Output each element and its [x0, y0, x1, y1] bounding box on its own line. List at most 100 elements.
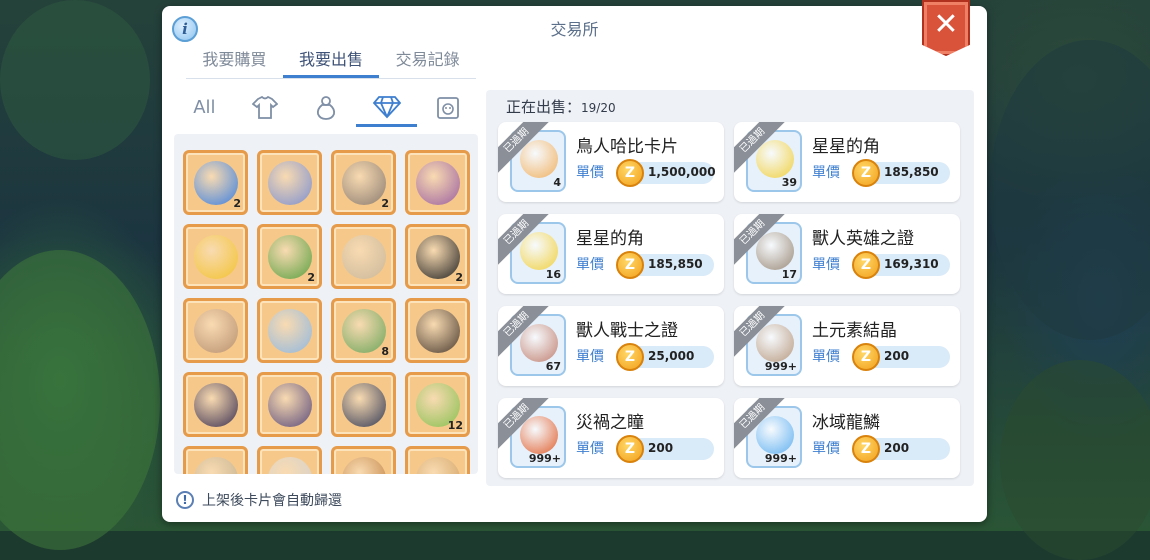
unit-price-value: 1,500,000 — [648, 165, 716, 179]
feather-leaf-item-icon — [416, 161, 460, 205]
unit-price-value: 185,850 — [648, 257, 703, 271]
selling-panel: 正在出售：19/20 4 已過期 鳥人哈比卡片 單價 Z 1,500,000 39 已過期 星星… — [486, 90, 974, 486]
sell-listing[interactable]: 16 已過期 星星的角 單價 Z 185,850 — [498, 214, 724, 294]
item-name: 冰域龍鱗 — [812, 413, 880, 433]
item-count: 2 — [381, 197, 389, 210]
foliage-top-left — [0, 0, 150, 160]
tab-sell[interactable]: 我要出售 — [282, 46, 380, 78]
inventory-slot[interactable] — [405, 446, 470, 474]
item-quantity: 16 — [545, 268, 561, 281]
wing-item-icon — [268, 161, 312, 205]
sell-listing[interactable]: 17 已過期 獸人英雄之證 單價 Z 169,310 — [734, 214, 960, 294]
unit-price-label: 單價 — [812, 165, 840, 181]
item-name: 獸人戰士之證 — [576, 321, 678, 341]
close-icon: ✕ — [933, 7, 959, 42]
unit-price-label: 單價 — [812, 349, 840, 365]
unit-price-value: 25,000 — [648, 349, 695, 363]
partial-item-3-icon — [342, 457, 386, 474]
zeny-coin-icon: Z — [616, 159, 644, 187]
sell-listing[interactable]: 67 已過期 獸人戰士之證 單價 Z 25,000 — [498, 306, 724, 386]
item-count: 2 — [307, 271, 315, 284]
inventory-slot[interactable] — [257, 446, 322, 474]
selling-list: 4 已過期 鳥人哈比卡片 單價 Z 1,500,000 39 已過期 星星的角 單價 Z 185,85… — [498, 122, 960, 478]
window-title: 交易所 — [550, 20, 599, 39]
item-quantity: 999+ — [764, 360, 797, 373]
partial-item-2-icon — [268, 457, 312, 474]
tab-history[interactable]: 交易記錄 — [379, 46, 476, 78]
item-icon — [756, 140, 794, 178]
zeny-coin-icon: Z — [616, 251, 644, 279]
unit-price-label: 單價 — [812, 257, 840, 273]
item-name: 獸人英雄之證 — [812, 229, 914, 249]
item-quantity: 999+ — [528, 452, 561, 465]
zeny-coin-icon: Z — [852, 251, 880, 279]
witch-hat-item-icon — [268, 383, 312, 427]
zeny-coin-icon: Z — [852, 435, 880, 463]
foliage-bottom-right — [1000, 360, 1150, 560]
tab-buy[interactable]: 我要購買 — [186, 46, 283, 78]
inventory-slot[interactable] — [405, 298, 470, 363]
inventory-panel: 2 2 2 2 8 12 — [174, 134, 478, 474]
inventory-slot[interactable] — [257, 150, 322, 215]
main-tabs: 我要購買 我要出售 交易記錄 — [186, 46, 476, 79]
item-count: 2 — [455, 271, 463, 284]
selling-label: 正在出售： — [506, 98, 582, 116]
unit-price-value: 185,850 — [884, 165, 939, 179]
category-potion[interactable] — [296, 91, 357, 125]
inventory-slot[interactable]: 2 — [183, 150, 248, 215]
moon-item-icon — [194, 383, 238, 427]
item-name: 災禍之瞳 — [576, 413, 644, 433]
selling-header: 正在出售：19/20 — [506, 96, 616, 117]
footer-note-text: 上架後卡片會自動歸還 — [202, 493, 342, 509]
inventory-slot[interactable] — [183, 372, 248, 437]
sell-listing[interactable]: 999+ 已過期 土元素結晶 單價 Z 200 — [734, 306, 960, 386]
category-all[interactable]: All — [174, 91, 235, 125]
inventory-slot[interactable]: 2 — [405, 224, 470, 289]
inventory-slot[interactable] — [331, 446, 396, 474]
item-name: 土元素結晶 — [812, 321, 897, 341]
inventory-grid: 2 2 2 2 8 12 — [183, 150, 470, 474]
sell-listing[interactable]: 999+ 已過期 冰域龍鱗 單價 Z 200 — [734, 398, 960, 478]
selling-count: 19/20 — [581, 101, 616, 115]
item-quantity: 4 — [553, 176, 561, 189]
inventory-slot[interactable] — [183, 224, 248, 289]
item-quantity: 999+ — [764, 452, 797, 465]
black-belt-item-icon — [416, 235, 460, 279]
inventory-slot[interactable]: 12 — [405, 372, 470, 437]
inventory-slot[interactable] — [257, 298, 322, 363]
item-name: 星星的角 — [576, 229, 644, 249]
item-count: 12 — [447, 419, 463, 432]
category-armor[interactable] — [235, 91, 296, 125]
sell-listing[interactable]: 4 已過期 鳥人哈比卡片 單價 Z 1,500,000 — [498, 122, 724, 202]
category-filter: All — [174, 90, 478, 127]
item-count: 2 — [233, 197, 241, 210]
inventory-slot[interactable] — [331, 372, 396, 437]
category-material[interactable] — [356, 90, 418, 127]
close-button[interactable]: ✕ — [922, 0, 970, 56]
inventory-slot[interactable]: 8 — [331, 298, 396, 363]
unit-price-label: 單價 — [812, 441, 840, 457]
inventory-slot[interactable] — [331, 224, 396, 289]
item-icon — [520, 324, 558, 362]
unit-price-label: 單價 — [576, 349, 604, 365]
sell-listing[interactable]: 39 已過期 星星的角 單價 Z 185,850 — [734, 122, 960, 202]
item-quantity: 17 — [781, 268, 797, 281]
footer-note: ! 上架後卡片會自動歸還 — [176, 490, 342, 510]
tree-right — [990, 40, 1150, 340]
category-card[interactable] — [417, 91, 478, 125]
umbrella-item-icon — [268, 309, 312, 353]
sell-listing[interactable]: 999+ 已過期 災禍之瞳 單價 Z 200 — [498, 398, 724, 478]
inventory-slot[interactable] — [183, 446, 248, 474]
chick-item-icon — [194, 235, 238, 279]
inventory-slot[interactable] — [183, 298, 248, 363]
unit-price-label: 單價 — [576, 257, 604, 273]
inventory-slot[interactable]: 2 — [257, 224, 322, 289]
dark-blade-item-icon — [342, 383, 386, 427]
item-icon — [520, 232, 558, 270]
item-icon — [756, 416, 794, 454]
item-name: 星星的角 — [812, 137, 880, 157]
inventory-slot[interactable]: 2 — [331, 150, 396, 215]
zeny-coin-icon: Z — [852, 343, 880, 371]
inventory-slot[interactable] — [257, 372, 322, 437]
inventory-slot[interactable] — [405, 150, 470, 215]
